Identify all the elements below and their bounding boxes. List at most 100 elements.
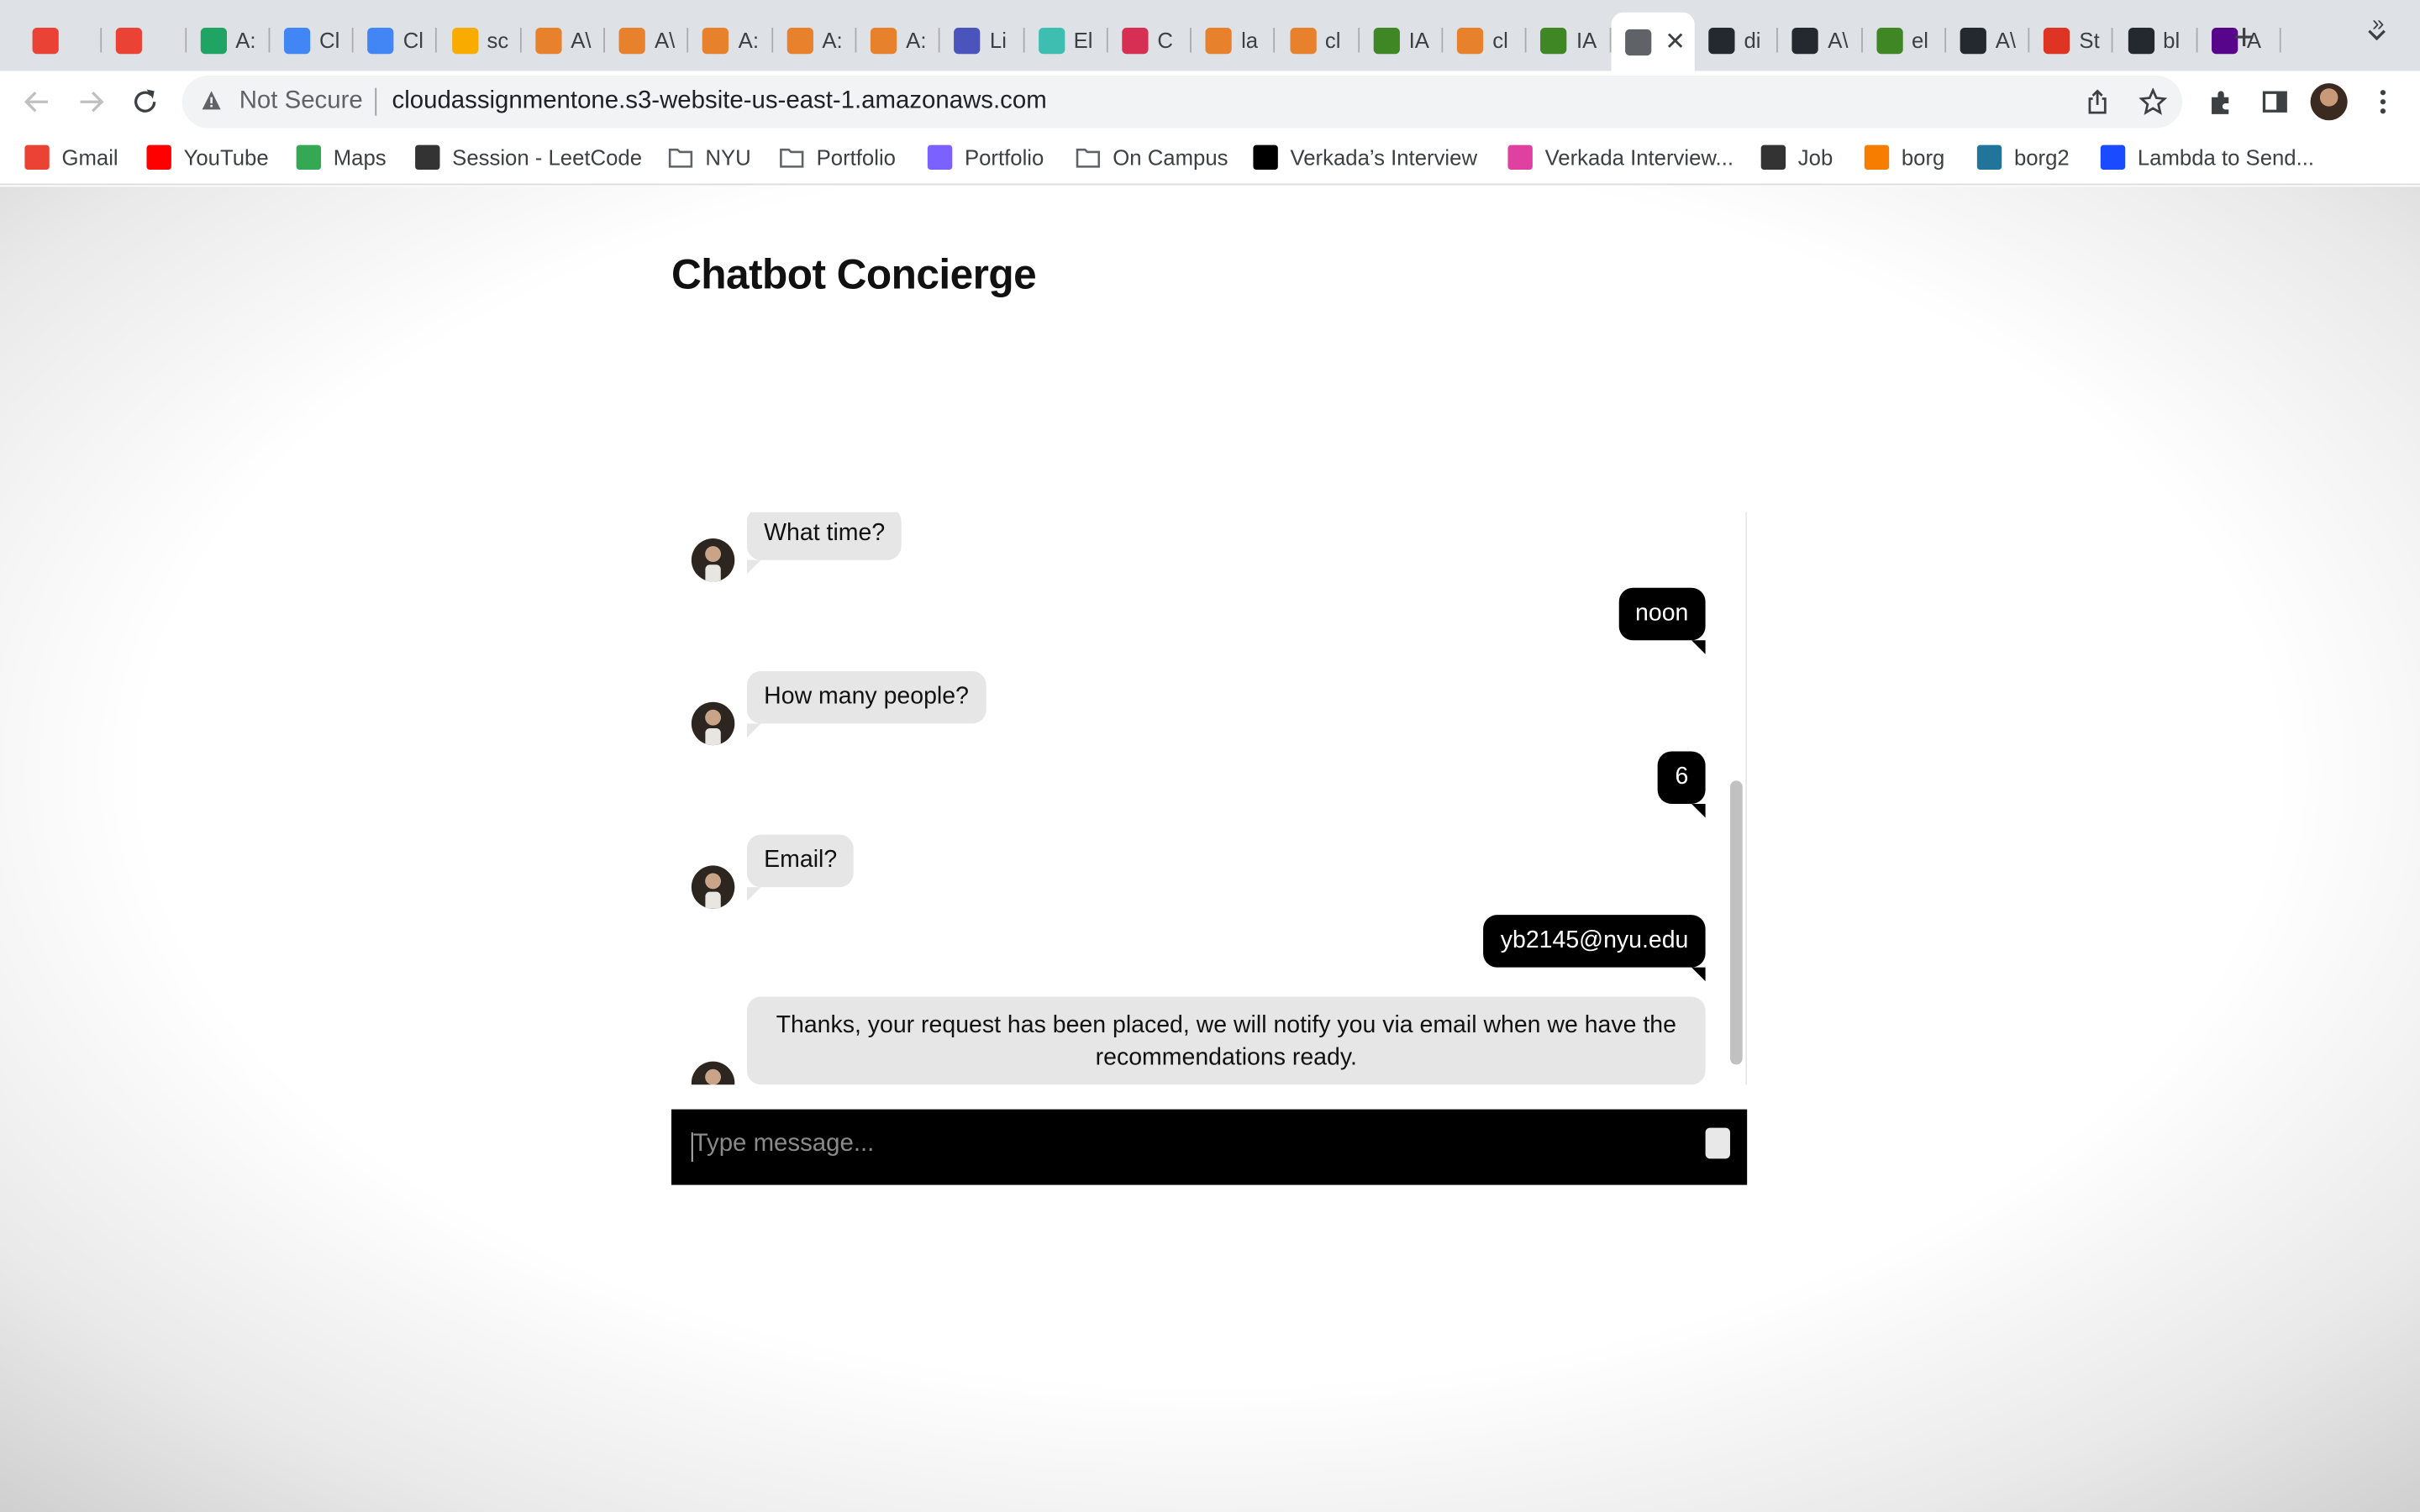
maps-pin-icon [296,144,322,171]
bookmark-item[interactable]: YouTube [146,144,269,171]
reload-icon [134,89,156,113]
more-bookmarks-icon[interactable]: » [2372,11,2384,35]
browser-tab[interactable]: A\ [521,14,606,66]
back-arrow-icon [24,92,48,113]
chat-scrollbar[interactable] [1729,780,1743,1065]
browser-tab[interactable]: A: [856,14,941,66]
tab-strip: A: Cl Cl sc A\ A\ A: A: A: Li El Cla cl IA cl IA ✕ di A\ el… [0,0,2420,71]
browser-tab[interactable]: sc [438,14,522,66]
browser-tab[interactable]: di [1695,14,1779,66]
browser-tab[interactable]: A: [186,14,271,66]
tab-title: Li [989,28,1007,53]
blogger-icon [1864,144,1890,171]
tab-title: Cl [402,28,424,53]
browser-tab[interactable]: ✕ [1610,12,1695,71]
bookmark-item[interactable]: Maps [296,144,387,171]
tab-title: bl [2163,28,2181,53]
bookmark-item[interactable]: borg [1864,144,1944,171]
browser-tab[interactable]: St [2030,14,2114,66]
close-tab-icon[interactable]: ✕ [1665,26,1686,57]
github-icon [1791,27,1819,54]
tab-title: El [1073,28,1093,53]
chrome-menu-icon[interactable] [2366,85,2400,118]
browser-tab[interactable]: A\ [1778,14,1863,66]
bookmark-star-icon[interactable] [2139,87,2167,116]
browser-tab[interactable]: A\ [605,14,689,66]
github-icon [1960,27,1986,54]
tab-title: cl [1324,28,1341,53]
bookmark-label: Session - LeetCode [452,144,643,171]
bookmark-item[interactable]: Session - LeetCode [415,144,643,171]
send-icon[interactable] [1705,1127,1730,1159]
bot-message: Email? [746,834,855,901]
tab-title: di [1744,28,1761,53]
google-drive-icon [200,27,227,54]
chat-window[interactable]: What time? noon How many people? 6 Email… [671,512,1748,1085]
lambda-icon [1457,27,1484,54]
bookmark-item[interactable]: Portfolio [780,145,896,170]
browser-tab[interactable]: A: [689,14,773,66]
browser-tab[interactable]: Cl [270,14,354,66]
bookmark-item[interactable]: borg2 [1976,144,2070,171]
bookmark-item[interactable]: Portfolio [927,144,1044,171]
bookmark-label: Maps [333,144,387,171]
bookmark-item[interactable]: Lambda to Send... [2100,144,2315,171]
gmail-icon [32,27,59,54]
browser-tab[interactable]: bl [2113,14,2198,66]
bookmark-item[interactable]: Verkada’s Interview [1253,144,1478,171]
github-icon [2127,27,2154,54]
aws-cube-icon [702,27,729,54]
browser-tab[interactable]: El [1024,14,1108,66]
bookmark-item[interactable]: Gmail [24,144,118,171]
tab-title: A: [235,28,256,53]
share-icon[interactable] [2085,89,2109,114]
browser-tab[interactable]: IA [1527,14,1611,66]
message-input[interactable]: Type message... [693,1131,875,1158]
lambda-icon [1289,27,1316,54]
bookmark-label: NYU [705,144,751,171]
bookmark-item[interactable]: Verkada Interview... [1507,144,1733,171]
security-status[interactable]: Not Secure [239,88,363,116]
bookmark-label: Lambda to Send... [2137,144,2315,171]
bookmark-item[interactable]: NYU [668,144,751,171]
address-bar[interactable]: Not Secure cloudassignmentone.s3-website… [182,76,2183,129]
leetcode-icon [415,144,440,171]
forward-button[interactable] [72,83,109,120]
browser-tab[interactable]: A\ [1946,14,2030,66]
folder-icon [668,145,693,170]
aws-cube-icon [870,27,897,54]
browser-tab[interactable]: C [1108,14,1192,66]
bookmark-label: Verkada Interview... [1544,144,1733,171]
browser-tab[interactable]: IA [1360,14,1444,66]
folder-icon [780,145,804,170]
back-button[interactable] [18,83,55,120]
tab-title: A\ [571,28,592,53]
profile-avatar[interactable] [2310,83,2348,121]
bookmark-item[interactable]: On Campus [1076,145,1228,170]
tab-separator [2280,28,2281,53]
new-tab-button[interactable]: + [2233,19,2255,57]
bookmark-item[interactable]: Job [1760,144,1833,171]
browser-tab[interactable] [103,14,187,66]
browser-tab[interactable]: cl [1276,14,1360,66]
side-panel-icon[interactable] [2258,85,2291,118]
browser-tab[interactable]: cl [1444,14,1528,66]
browser-tab[interactable]: la [1192,14,1276,66]
bot-avatar [691,865,735,909]
browser-tab[interactable]: A: [773,14,857,66]
bookmark-label: Verkada’s Interview [1290,144,1478,171]
message-list: What time? noon How many people? 6 Email… [671,512,1747,1085]
browser-tab[interactable] [18,14,103,66]
reload-button[interactable] [127,83,164,120]
bookmark-label: borg2 [2013,144,2070,171]
browser-tab[interactable]: el [1862,14,1946,66]
bookmark-label: On Campus [1113,144,1228,171]
youtube-icon [146,144,171,171]
google-docs-icon [367,27,394,54]
tab-title: A\ [654,28,676,53]
extensions-icon[interactable] [2204,85,2238,118]
tab-title: A: [822,28,843,53]
browser-tab[interactable]: Cl [354,14,438,66]
browser-tab[interactable]: Li [940,14,1024,66]
url-text[interactable]: cloudassignmentone.s3-website-us-east-1.… [392,88,1047,116]
